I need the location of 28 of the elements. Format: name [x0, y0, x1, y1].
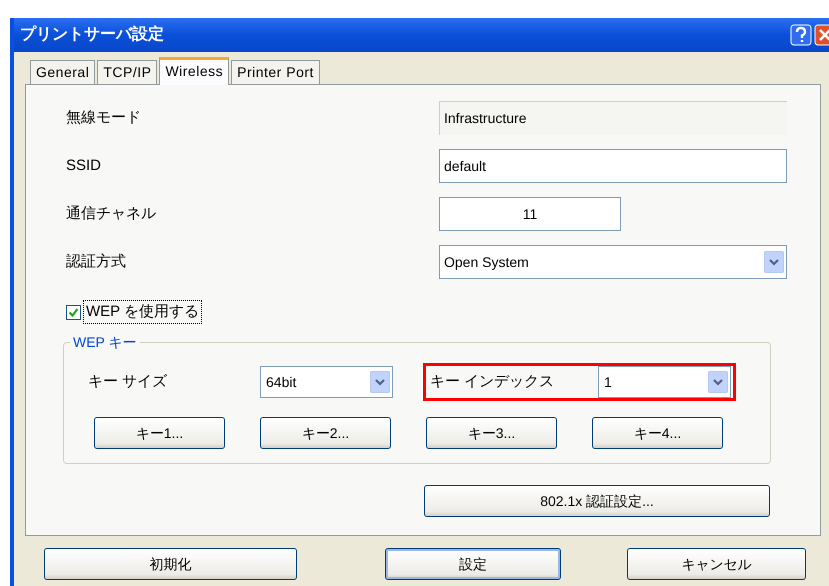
- field-label: SSID: [66, 156, 102, 176]
- field-label: キー サイズ: [88, 372, 168, 392]
- key-button[interactable]: キー4...: [592, 417, 723, 449]
- field-label: キー インデックス: [430, 372, 556, 392]
- key-button[interactable]: キー3...: [426, 417, 557, 449]
- dropdown[interactable]: 64bit: [260, 366, 393, 398]
- checkbox[interactable]: [66, 304, 81, 320]
- input-field[interactable]: 11: [439, 197, 621, 231]
- key-button[interactable]: キー1...: [94, 417, 225, 449]
- dialog-button[interactable]: キャンセル: [627, 548, 806, 580]
- dialog-button[interactable]: 初期化: [44, 548, 297, 580]
- help-icon[interactable]: [790, 24, 812, 46]
- tab[interactable]: TCP/IP: [97, 60, 158, 84]
- window-title: プリントサーバ設定: [20, 24, 165, 45]
- field-label: 通信チャネル: [66, 204, 157, 224]
- checkbox-label[interactable]: WEP を使用する: [83, 300, 202, 324]
- dialog-button[interactable]: 設定: [385, 548, 561, 580]
- key-button[interactable]: キー2...: [260, 417, 391, 449]
- auth-settings-button[interactable]: 802.1x 認証設定...: [424, 485, 770, 517]
- input-field[interactable]: default: [439, 149, 787, 183]
- tab[interactable]: Printer Port: [231, 60, 320, 84]
- read-only-field[interactable]: Infrastructure: [439, 101, 787, 135]
- field-label: 認証方式: [66, 252, 127, 272]
- tab[interactable]: Wireless: [159, 57, 230, 85]
- dropdown[interactable]: 1: [598, 366, 731, 398]
- tab[interactable]: General: [30, 60, 96, 84]
- dropdown[interactable]: Open System: [439, 245, 787, 279]
- field-label: 無線モード: [66, 108, 142, 128]
